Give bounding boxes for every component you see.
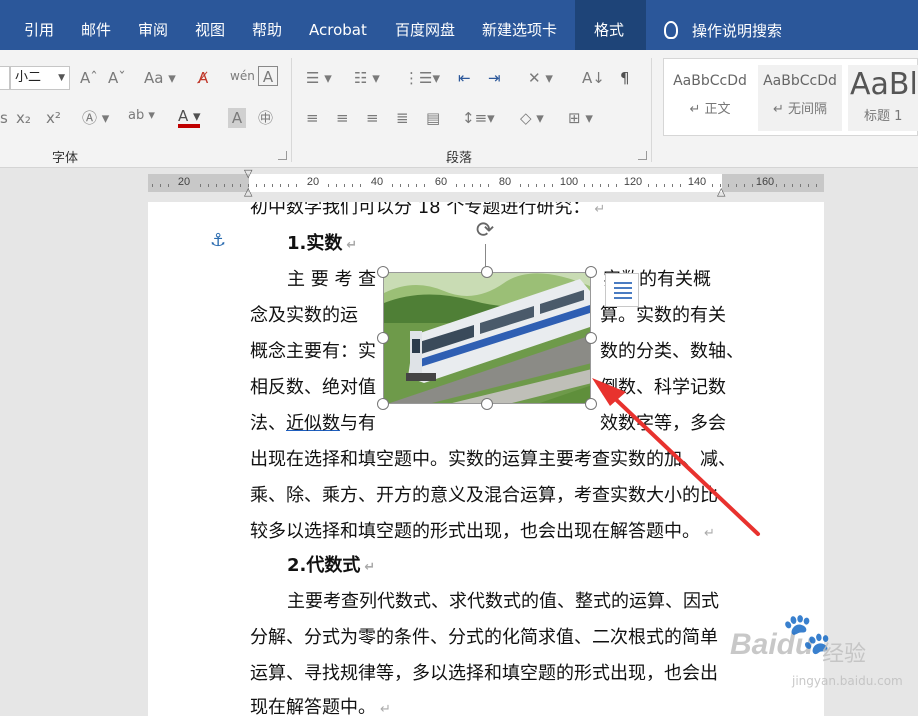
watermark-jingyan: 经验 [822,642,867,667]
word-window: 引用 邮件 审阅 视图 帮助 Acrobat 百度网盘 新建选项卡 格式 操作说… [0,0,918,716]
watermark-url: jingyan.baidu.com [792,674,903,688]
baidu-watermark: Baidu 🐾 经验 jingyan.baidu.com [730,614,916,714]
annotation-arrow [592,378,760,536]
